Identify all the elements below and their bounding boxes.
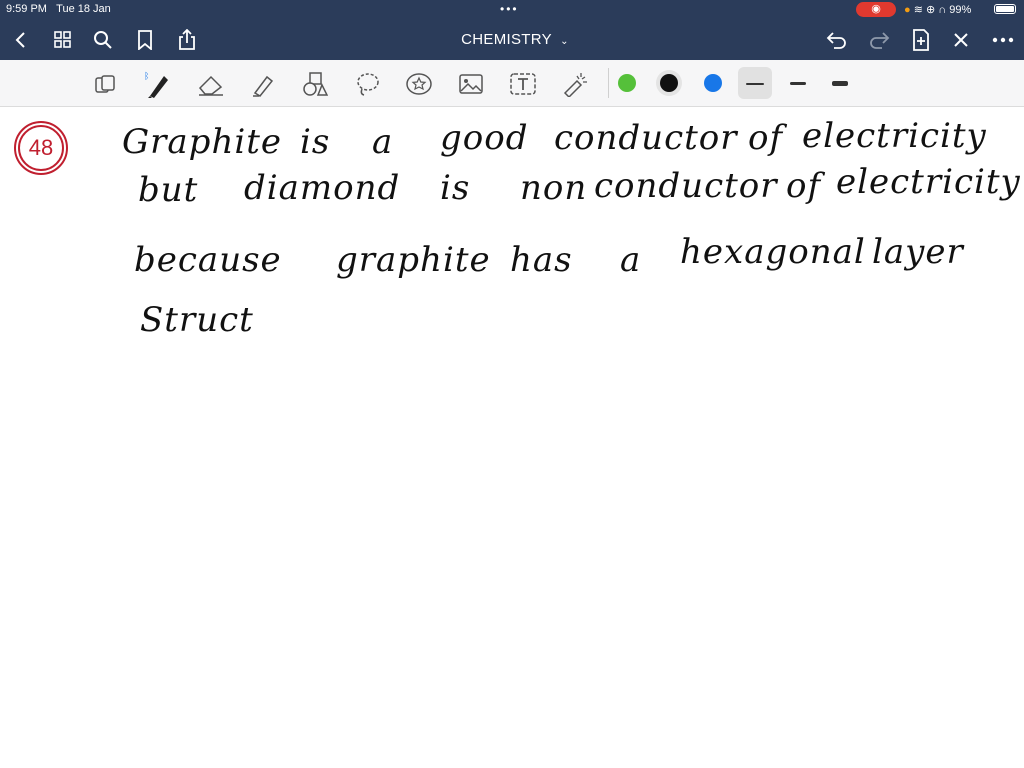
document-title-text: CHEMISTRY (461, 31, 552, 48)
add-page-icon[interactable] (906, 25, 936, 55)
question-number-text: 48 (28, 135, 54, 160)
screen-record-icon: ◉ (856, 2, 896, 17)
handwriting-word: hexagonal (680, 232, 866, 272)
handwriting-word: a (620, 240, 642, 280)
share-icon[interactable] (172, 25, 202, 55)
question-number-inner: 48 (18, 125, 64, 171)
back-icon[interactable] (6, 25, 36, 55)
bookmark-icon[interactable] (130, 25, 160, 55)
search-icon[interactable] (88, 25, 118, 55)
more-options-icon[interactable] (988, 25, 1018, 55)
multitask-dots-icon[interactable]: ••• (500, 3, 519, 15)
nav-bar: CHEMISTRY ⌄ (0, 22, 1024, 58)
eraser-tool-icon[interactable] (196, 69, 226, 99)
top-bar: 9:59 PM Tue 18 Jan ••• ◉ ● ≋ ⊕ ∩ 99% CHE… (0, 0, 1024, 60)
read-only-toggle-icon[interactable] (90, 69, 120, 99)
close-icon[interactable] (946, 25, 976, 55)
status-time: 9:59 PM Tue 18 Jan (6, 3, 111, 15)
handwriting-word: a (372, 122, 394, 162)
wifi-icon: ≋ (913, 4, 923, 16)
image-tool-icon[interactable] (456, 69, 486, 99)
stroke-thick[interactable] (832, 81, 848, 86)
dot-icon: ● (904, 4, 911, 16)
handwriting-word: conductor (594, 166, 778, 206)
color-swatch-blue[interactable] (704, 74, 722, 92)
question-number-badge: 48 (14, 121, 68, 175)
document-title[interactable]: CHEMISTRY ⌄ (440, 31, 590, 48)
pen-tool-icon[interactable]: ᛒ (142, 69, 172, 99)
handwriting-word: layer (872, 232, 964, 272)
sticker-tool-icon[interactable] (404, 69, 434, 99)
redo-icon[interactable] (864, 25, 894, 55)
battery-text: 99% (949, 4, 972, 16)
handwriting-word: non (520, 168, 588, 208)
handwriting-word: graphite (336, 240, 491, 280)
text-tool-icon[interactable] (508, 69, 538, 99)
location-icon: ⊕ (926, 4, 936, 16)
handwriting-word: electricity (802, 116, 987, 156)
lasso-tool-icon[interactable] (352, 69, 382, 99)
laser-pointer-icon[interactable] (560, 69, 590, 99)
highlighter-tool-icon[interactable] (248, 69, 278, 99)
undo-icon[interactable] (822, 25, 852, 55)
color-swatch-black[interactable] (660, 74, 678, 92)
chevron-down-icon: ⌄ (560, 36, 569, 47)
handwriting-word: Struct (140, 300, 254, 340)
handwriting-word: conductor (554, 118, 738, 158)
handwriting-word: because (134, 240, 282, 280)
handwriting-word: is (440, 168, 471, 208)
grid-view-icon[interactable] (48, 25, 78, 55)
handwriting-word: Graphite (122, 122, 283, 162)
handwriting-word: of (786, 166, 822, 206)
svg-text:ᛒ: ᛒ (144, 71, 149, 82)
handwriting-word: diamond (244, 168, 401, 208)
color-swatch-green[interactable] (618, 74, 636, 92)
handwriting-word: of (748, 118, 784, 158)
stroke-thin[interactable] (746, 83, 764, 85)
headphones-icon: ∩ (938, 4, 947, 16)
drawing-toolbar: ᛒ (0, 60, 1024, 107)
time-text: 9:59 PM (6, 3, 47, 15)
shapes-tool-icon[interactable] (300, 69, 330, 99)
battery-icon (994, 4, 1016, 14)
date-text: Tue 18 Jan (56, 3, 111, 15)
handwriting-word: electricity (836, 162, 1021, 202)
status-bar: 9:59 PM Tue 18 Jan ••• ◉ ● ≋ ⊕ ∩ 99% (0, 0, 1024, 20)
handwriting-word: but (138, 170, 199, 210)
toolbar-divider (608, 68, 609, 98)
handwriting-word: good (440, 118, 529, 158)
status-icons: ● ≋ ⊕ ∩ 99% (904, 3, 971, 16)
handwriting-word: has (510, 240, 573, 280)
stroke-medium[interactable] (790, 82, 806, 85)
handwriting-word: is (300, 122, 331, 162)
